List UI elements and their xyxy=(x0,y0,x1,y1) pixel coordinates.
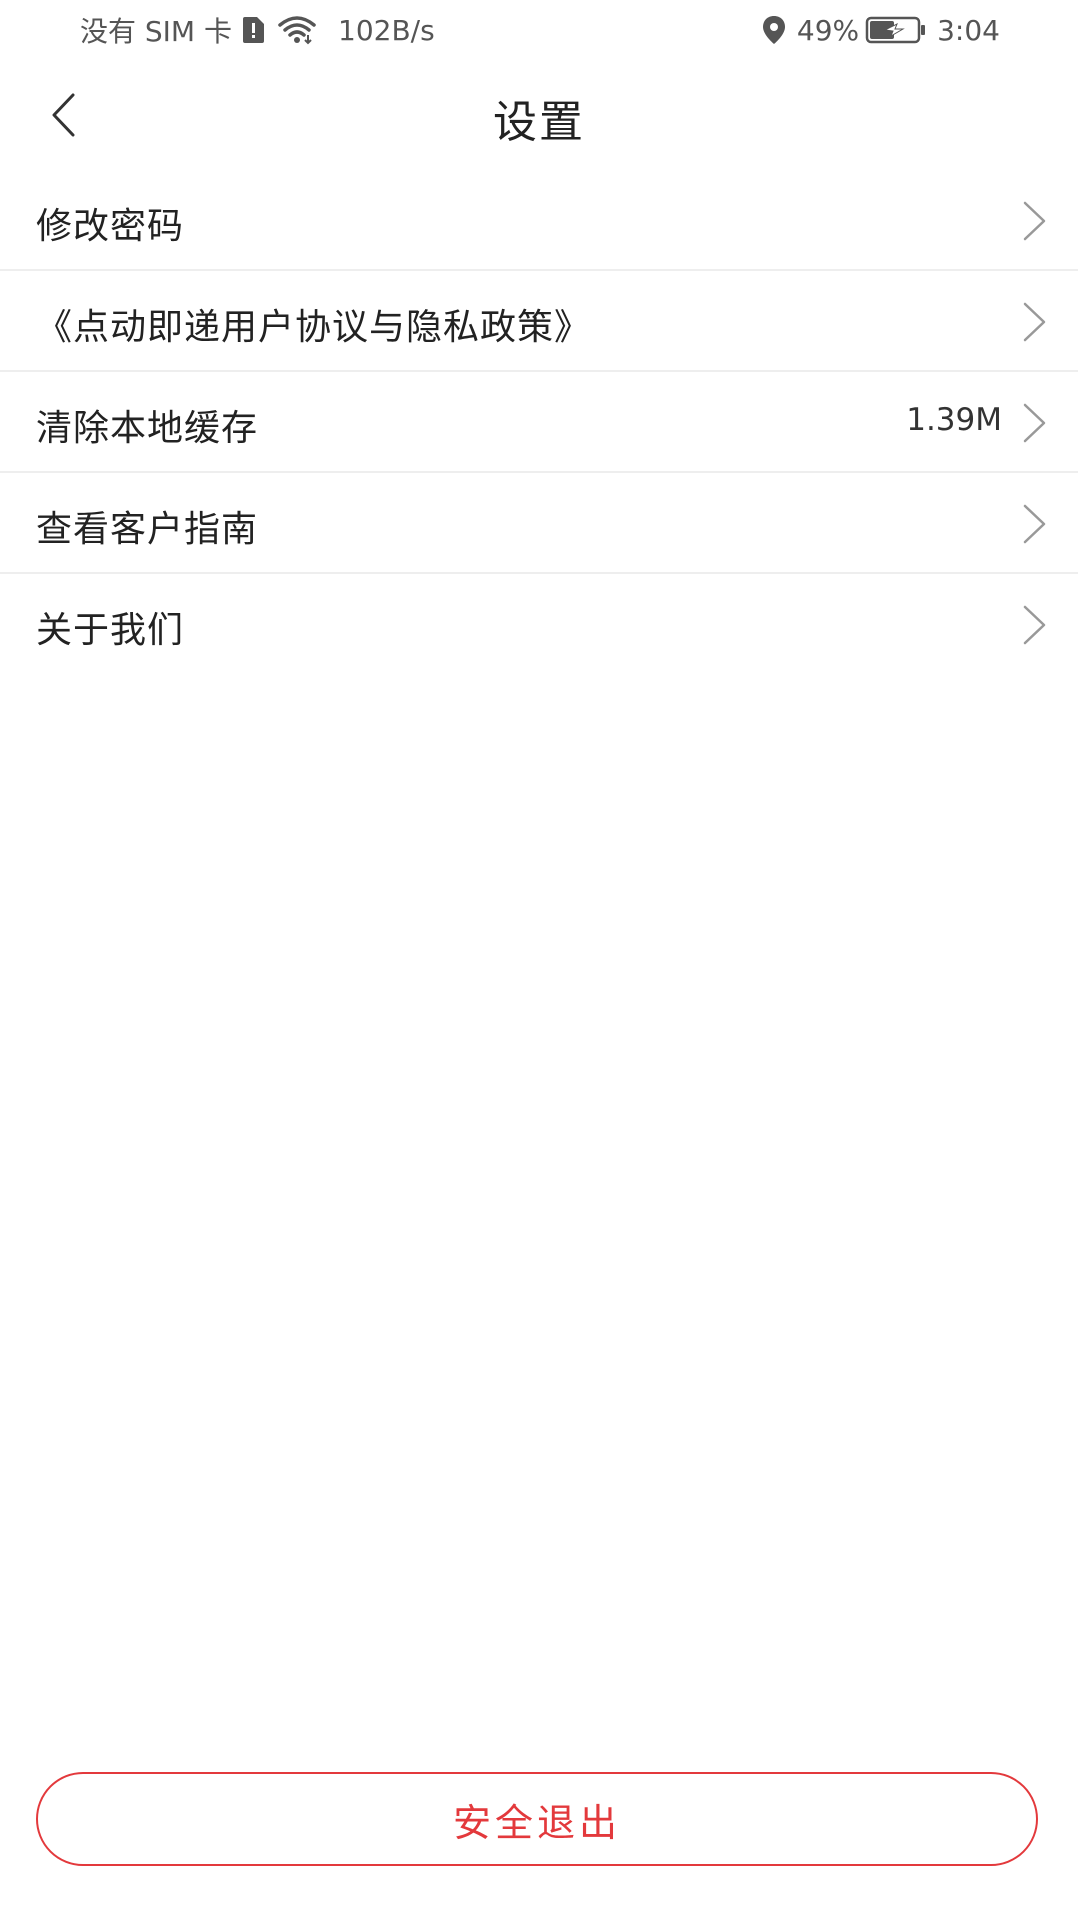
carrier-text: 没有 SIM 卡 xyxy=(80,15,232,48)
cache-size-value: 1.39M xyxy=(906,402,1002,438)
logout-button[interactable]: 安全退出 xyxy=(36,1772,1038,1866)
settings-item-user-agreement[interactable]: 《点动即递用户协议与隐私政策》 xyxy=(0,271,1078,372)
chevron-right-icon xyxy=(1023,201,1046,241)
chevron-right-icon xyxy=(1023,403,1046,443)
status-right: 49% 3:04 xyxy=(761,12,1000,48)
chevron-right-icon xyxy=(1023,302,1046,342)
settings-item-about-us[interactable]: 关于我们 xyxy=(0,574,1078,673)
settings-item-label: 查看客户指南 xyxy=(36,509,259,550)
settings-item-customer-guide[interactable]: 查看客户指南 xyxy=(0,473,1078,574)
settings-item-label: 《点动即递用户协议与隐私政策》 xyxy=(36,307,592,348)
chevron-right-icon xyxy=(1023,605,1046,645)
status-bar: 没有 SIM 卡 102B/s 49% 3:04 xyxy=(0,0,1078,60)
status-left: 没有 SIM 卡 102B/s xyxy=(80,12,435,49)
net-speed-text: 102B/s xyxy=(338,13,435,47)
battery-charging-icon xyxy=(865,15,927,45)
chevron-right-icon xyxy=(1023,504,1046,544)
time-text: 3:04 xyxy=(937,13,1000,47)
settings-item-label: 清除本地缓存 xyxy=(36,408,259,449)
page-title: 设置 xyxy=(493,97,585,148)
settings-item-label: 关于我们 xyxy=(36,610,185,651)
title-bar: 设置 xyxy=(0,60,1078,170)
settings-item-label: 修改密码 xyxy=(36,206,185,247)
settings-item-clear-cache[interactable]: 清除本地缓存 1.39M xyxy=(0,372,1078,473)
battery-percent-text: 49% xyxy=(796,13,860,47)
sim-alert-icon xyxy=(240,16,266,44)
wifi-icon xyxy=(278,15,316,45)
settings-item-change-password[interactable]: 修改密码 xyxy=(0,170,1078,271)
settings-list: 修改密码 《点动即递用户协议与隐私政策》 清除本地缓存 1.39M 查看客户指南… xyxy=(0,170,1078,673)
location-icon xyxy=(761,15,787,45)
